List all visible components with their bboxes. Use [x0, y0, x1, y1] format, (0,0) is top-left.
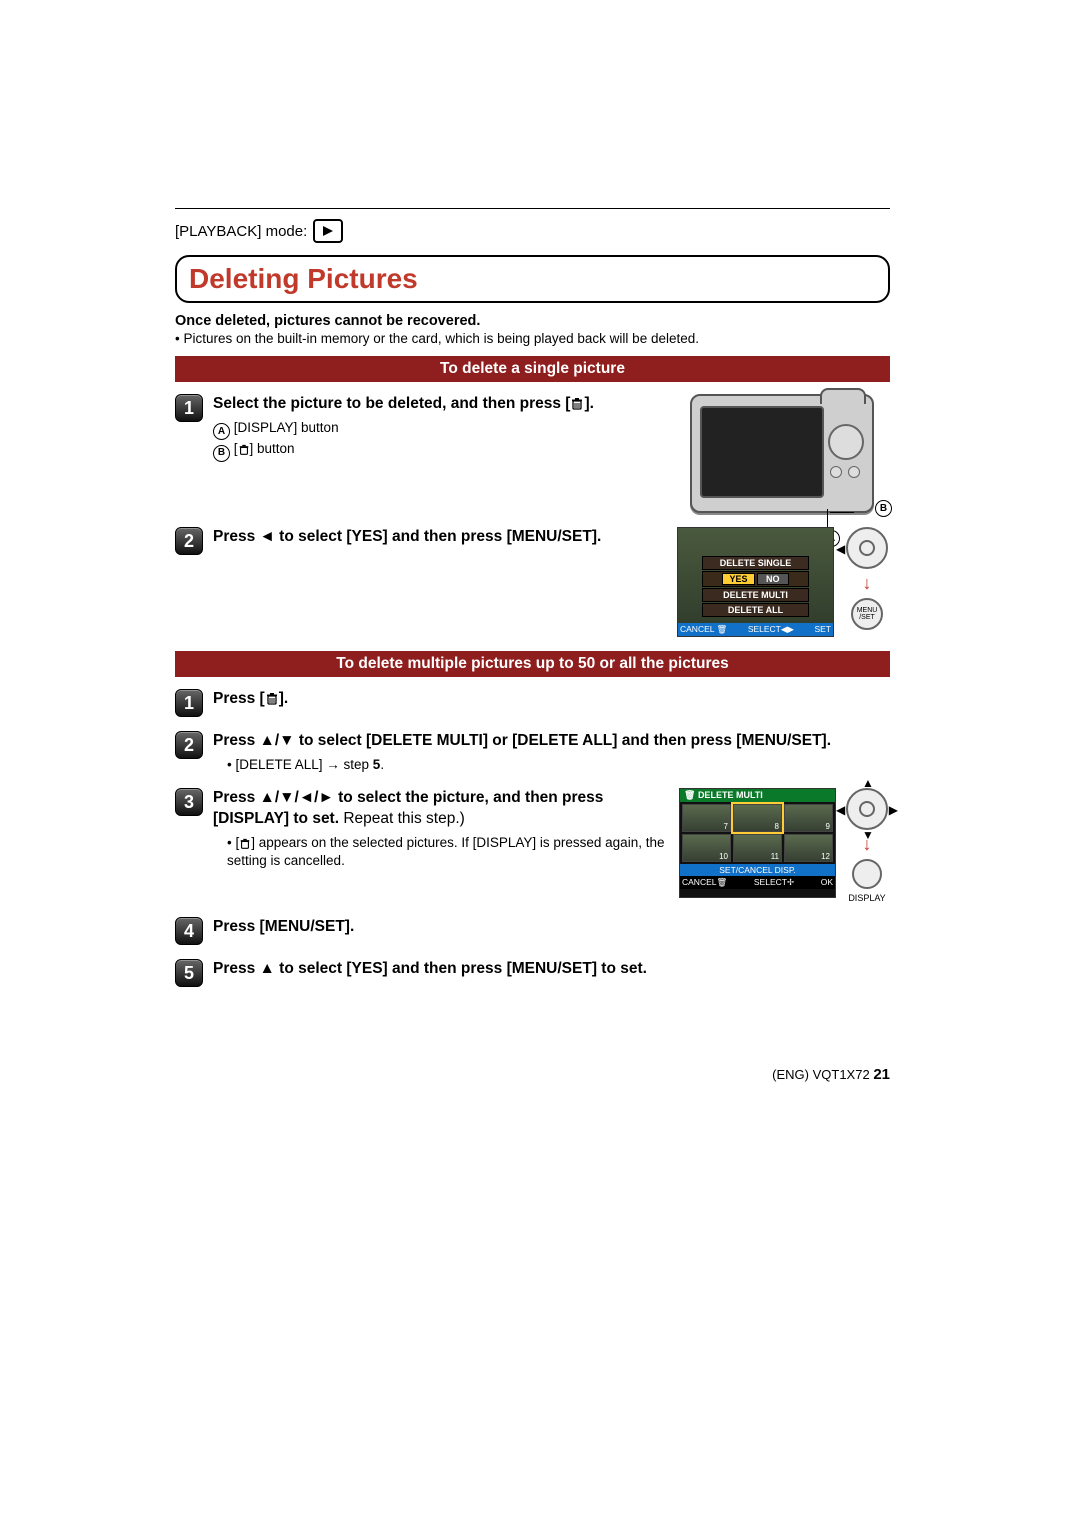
- t: [DISPLAY] button: [234, 420, 339, 435]
- step-number-icon: 1: [175, 689, 203, 717]
- title-frame: Deleting Pictures: [175, 255, 890, 303]
- t: SET: [814, 624, 831, 635]
- multi-step5-text: Press ▲ to select [YES] and then press […: [213, 959, 890, 980]
- multi-step-3: 3 Press ▲/▼/◄/► to select the picture, a…: [175, 788, 890, 903]
- left-arrow-icon: ◀: [836, 542, 845, 556]
- t: OK: [821, 877, 833, 888]
- page-footer: (ENG) VQT1X72 21: [772, 1066, 890, 1083]
- warning-text: Once deleted, pictures cannot be recover…: [175, 313, 890, 329]
- t: SET/CANCEL DISP.: [680, 864, 835, 876]
- callout-b-marker: B: [875, 500, 892, 517]
- trash-icon: [570, 397, 584, 411]
- navpad-illustration: ◀ ↓ MENU /SET: [844, 527, 890, 630]
- multi-step1-text: Press [].: [213, 689, 890, 710]
- callout-b-icon: B: [213, 445, 230, 462]
- step-number-icon: 1: [175, 394, 203, 422]
- navpad-4way-illustration: ◀ ▶ ▲ ▼ ↓ DISPLAY: [844, 788, 890, 903]
- t: 9: [826, 822, 830, 831]
- down-arrow-icon: ▼: [862, 828, 874, 842]
- multi-step2-text: Press ▲/▼ to select [DELETE MULTI] or [D…: [213, 731, 890, 752]
- step-number-icon: 5: [175, 959, 203, 987]
- t: ] appears on the selected pictures. If […: [227, 835, 664, 868]
- t: ].: [584, 395, 593, 412]
- t: YES: [722, 573, 754, 585]
- section-multi-header: To delete multiple pictures up to 50 or …: [175, 651, 890, 677]
- t: DELETE MULTI: [698, 790, 763, 800]
- step-number-icon: 3: [175, 788, 203, 816]
- multi-step2-sub: • [DELETE ALL] → step 5.: [227, 756, 890, 774]
- top-rule: [175, 208, 890, 209]
- t: DELETE ALL: [702, 603, 809, 617]
- t: Repeat this step.): [339, 810, 465, 827]
- mode-label: [PLAYBACK] mode:: [175, 223, 307, 240]
- t: SELECT: [748, 624, 781, 634]
- t: 10: [719, 852, 728, 861]
- camera-illustration: B A: [690, 394, 890, 513]
- trash-icon: [265, 692, 279, 706]
- t: Select the picture to be deleted, and th…: [213, 395, 570, 412]
- step-number-icon: 2: [175, 731, 203, 759]
- down-arrow-icon: ↓: [863, 573, 872, 594]
- t: 8: [775, 822, 779, 831]
- multi-step4-text: Press [MENU/SET].: [213, 917, 890, 938]
- screen-delete-single: DELETE SINGLE YES NO DELETE MULTI DELETE…: [677, 527, 834, 637]
- t: DELETE MULTI: [702, 588, 809, 602]
- multi-step3-sub: • [] appears on the selected pictures. I…: [227, 834, 671, 870]
- t: SELECT: [754, 877, 787, 887]
- multi-step-4: 4 Press [MENU/SET].: [175, 917, 890, 945]
- single-step1-text: Select the picture to be deleted, and th…: [213, 394, 680, 415]
- section-single-header: To delete a single picture: [175, 356, 890, 382]
- playback-icon: [313, 219, 343, 243]
- t: • [: [227, 835, 239, 850]
- up-arrow-icon: ▲: [862, 776, 874, 790]
- t: 11: [771, 852, 779, 861]
- single-step-1: 1 Select the picture to be deleted, and …: [175, 394, 890, 513]
- callout-a-icon: A: [213, 423, 230, 440]
- page-number: 21: [873, 1066, 890, 1083]
- step-number-icon: 4: [175, 917, 203, 945]
- page-title: Deleting Pictures: [189, 263, 876, 295]
- t: 12: [821, 852, 830, 861]
- single-step1-sub: A [DISPLAY] button B [] button: [213, 419, 680, 462]
- screen-delete-multi: 🗑 DELETE MULTI 7 8 9 10 11 12 SET/CANCEL…: [679, 788, 836, 898]
- t: CANCEL: [680, 624, 714, 634]
- t: .: [380, 757, 384, 772]
- trash-icon: [238, 444, 250, 456]
- step-number-icon: 2: [175, 527, 203, 555]
- t: • [DELETE ALL] → step: [227, 757, 373, 772]
- right-arrow-icon: ▶: [889, 803, 898, 817]
- t: 7: [724, 822, 728, 831]
- note-text: • Pictures on the built-in memory or the…: [175, 331, 890, 346]
- t: ] button: [250, 441, 295, 456]
- t: Press [: [213, 690, 265, 707]
- multi-step3-text: Press ▲/▼/◄/► to select the picture, and…: [213, 788, 671, 830]
- page-content: [PLAYBACK] mode: Deleting Pictures Once …: [175, 208, 890, 1001]
- multi-step-2: 2 Press ▲/▼ to select [DELETE MULTI] or …: [175, 731, 890, 774]
- menu-set-button-icon: MENU /SET: [851, 598, 883, 630]
- t: NO: [757, 573, 789, 585]
- multi-step-5: 5 Press ▲ to select [YES] and then press…: [175, 959, 890, 987]
- display-button-icon: [852, 859, 882, 889]
- t: ].: [279, 690, 288, 707]
- display-label: DISPLAY: [848, 893, 885, 903]
- mode-row: [PLAYBACK] mode:: [175, 219, 890, 243]
- trash-mark-icon: [239, 838, 251, 850]
- t: CANCEL: [682, 877, 716, 887]
- single-step-2: 2 Press ◄ to select [YES] and then press…: [175, 527, 890, 637]
- t: DELETE SINGLE: [702, 556, 809, 570]
- single-step2-text: Press ◄ to select [YES] and then press […: [213, 527, 667, 548]
- left-arrow-icon: ◀: [836, 803, 845, 817]
- footer-code: (ENG) VQT1X72: [772, 1067, 870, 1082]
- multi-step-1: 1 Press [].: [175, 689, 890, 717]
